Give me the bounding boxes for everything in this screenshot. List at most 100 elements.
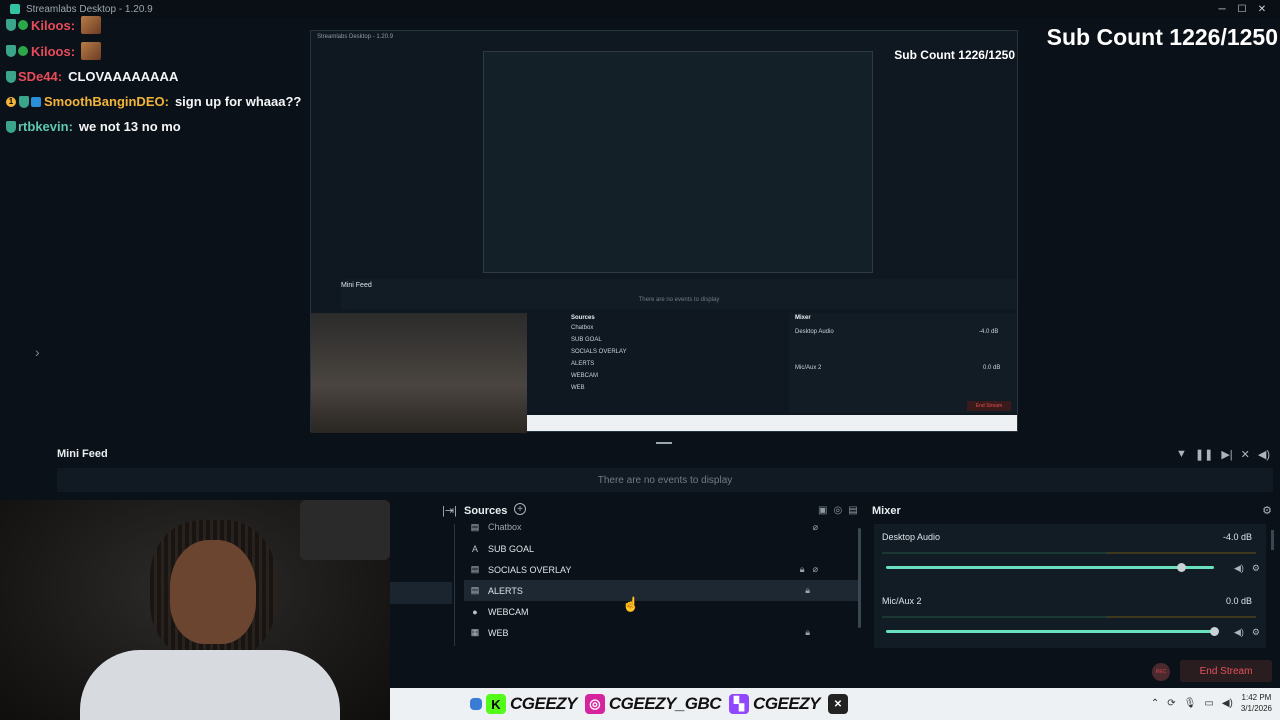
- mixer-title: Mixer: [872, 505, 901, 517]
- network-icon[interactable]: ▭: [1204, 698, 1213, 709]
- prime-badge-icon: [31, 96, 41, 107]
- preview-desktop-db: -4.0 dB: [979, 329, 999, 335]
- stream-preview[interactable]: Streamlabs Desktop - 1.20.9 Sub Count 12…: [310, 30, 1018, 433]
- maximize-button[interactable]: ☐: [1232, 0, 1252, 18]
- audio-channel-name: Mic/Aux 2: [882, 596, 922, 606]
- channel-controls: ◀) ⚙: [1234, 563, 1260, 574]
- visibility-icon[interactable]: ⌀: [813, 522, 818, 533]
- source-item[interactable]: ▦ WEB 🔒︎: [464, 622, 858, 643]
- chat-username: Kiloos:: [31, 17, 76, 33]
- audio-channel-db: 0.0 dB: [1225, 596, 1252, 606]
- source-item[interactable]: ▤ SOCIALS OVERLAY 🔒︎ ⌀: [464, 559, 858, 580]
- selected-scene[interactable]: [390, 582, 452, 604]
- chat-message: 1 SmoothBanginDEO: sign up for whaaa??: [6, 94, 301, 109]
- preview-sub-count: Sub Count 1226/1250: [894, 48, 1015, 62]
- tray-overflow-icon[interactable]: ⌃: [1151, 698, 1159, 709]
- channel-settings-icon[interactable]: ⚙: [1252, 563, 1260, 574]
- streamer-face: [170, 540, 256, 644]
- preview-desktop-audio: Desktop Audio: [795, 329, 834, 335]
- lock-icon[interactable]: 🔒︎: [805, 627, 810, 638]
- twitch-handle: CGEEZY: [753, 694, 820, 713]
- chat-message: Kiloos:: [6, 42, 102, 60]
- source-properties-icon[interactable]: ◎: [833, 505, 842, 516]
- skip-icon[interactable]: ▶|: [1221, 448, 1232, 461]
- sub-count-overlay: Sub Count 1226/1250: [1046, 24, 1278, 50]
- volume-tray-icon[interactable]: ◀): [1222, 698, 1233, 709]
- lock-icon[interactable]: 🔒︎: [800, 564, 805, 575]
- kick-icon: K: [486, 694, 506, 714]
- speaker-icon[interactable]: ◀): [1234, 563, 1244, 574]
- mini-feed-list: There are no events to display: [57, 468, 1273, 492]
- microphone-icon[interactable]: 🎙︎: [1184, 698, 1197, 709]
- source-item[interactable]: ● WEBCAM: [464, 601, 858, 622]
- channel-settings-icon[interactable]: ⚙: [1252, 627, 1260, 638]
- sources-panel: |⇥| Sources + ▣ ◎ ▤ ▤ Chatbox ⌀ A SUB GO…: [390, 500, 868, 650]
- browser-source-icon: ▤: [470, 564, 480, 574]
- volume-slider-track[interactable]: [886, 566, 1214, 569]
- mute-alerts-icon[interactable]: ✕: [1241, 448, 1250, 461]
- expand-chevron-icon[interactable]: ›: [35, 344, 40, 360]
- volume-slider-knob[interactable]: [1177, 563, 1186, 572]
- mixer-panel: Mixer ⚙ Desktop Audio -4.0 dB ◀) ⚙ Mic/A…: [872, 500, 1280, 650]
- resize-handle[interactable]: [656, 442, 672, 444]
- microphone-image: [300, 500, 390, 560]
- preview-sources: Sources Chatbox SUB GOAL SOCIALS OVERLAY…: [555, 313, 789, 413]
- chat-text: CLOVAAAAAAAA: [68, 69, 179, 84]
- preview-mini-feed: Mini Feed There are no events to display: [341, 279, 1017, 309]
- volume-slider-track[interactable]: [886, 630, 1214, 633]
- source-item[interactable]: A SUB GOAL: [464, 538, 858, 559]
- source-name: WEBCAM: [488, 606, 529, 617]
- preview-mixer: Mixer Desktop Audio -4.0 dB Mic/Aux 2 0.…: [789, 313, 1017, 413]
- collapse-scenes-icon[interactable]: |⇥|: [442, 504, 457, 517]
- filter-icon[interactable]: ▼: [1176, 448, 1187, 461]
- source-item[interactable]: ▤ ALERTS 🔒︎: [464, 580, 858, 601]
- mini-feed-panel: Mini Feed ▼ ❚❚ ▶| ✕ ◀) There are no even…: [0, 442, 1280, 502]
- add-folder-icon[interactable]: ▤: [848, 505, 857, 516]
- mixer-settings-icon[interactable]: ⚙: [1262, 504, 1272, 517]
- preview-sources-title: Sources: [571, 315, 595, 321]
- record-button[interactable]: REC: [1152, 663, 1170, 681]
- minimize-button[interactable]: ─: [1212, 0, 1232, 18]
- preview-source-item: SOCIALS OVERLAY: [571, 349, 627, 355]
- source-name: Chatbox: [488, 522, 522, 532]
- preview-source-item: WEB: [571, 385, 585, 391]
- add-source-icon[interactable]: +: [514, 503, 526, 515]
- chat-username: rtbkevin:: [18, 119, 73, 134]
- verified-badge-icon: [18, 20, 28, 30]
- shield-badge-icon: [6, 45, 16, 57]
- chat-overlay: Kiloos: Kiloos: SDe44: CLOVAAAAAAAA 1 Sm…: [2, 0, 312, 140]
- volume-slider-knob[interactable]: [1210, 627, 1219, 636]
- add-group-icon[interactable]: ▣: [818, 505, 827, 516]
- volume-icon[interactable]: ◀): [1258, 448, 1270, 461]
- mixer-scrollbar[interactable]: [1271, 530, 1274, 550]
- source-item[interactable]: ▤ Chatbox ⌀: [464, 520, 858, 534]
- preview-source-item: WEBCAM: [571, 373, 598, 379]
- preview-source-item: SUB GOAL: [571, 337, 602, 343]
- taskbar-clock[interactable]: 1:42 PM 3/1/2026: [1241, 692, 1272, 714]
- shield-badge-icon: [6, 19, 16, 31]
- system-tray: ⌃ ⟳ 🎙︎ ▭ ◀) 1:42 PM 3/1/2026: [1151, 692, 1272, 714]
- mini-feed-title: Mini Feed: [57, 448, 108, 460]
- web-source-icon: ▦: [470, 627, 480, 637]
- preview-mic-db: 0.0 dB: [983, 365, 1001, 371]
- hidden-icon[interactable]: ⌀: [813, 564, 818, 575]
- preview-mixer-title: Mixer: [795, 315, 811, 321]
- preview-window-title: Streamlabs Desktop - 1.20.9: [317, 34, 394, 40]
- sources-scrollbar[interactable]: [858, 528, 861, 628]
- panel-divider: [454, 524, 455, 646]
- chat-text: sign up for whaaa??: [174, 94, 302, 109]
- studio-footer: REC End Stream: [390, 656, 1280, 686]
- alerts-source-icon: ▤: [470, 585, 480, 595]
- windows-start-icon[interactable]: [470, 698, 482, 710]
- end-stream-button[interactable]: End Stream: [1180, 660, 1272, 682]
- audio-channel-db: -4.0 dB: [1222, 532, 1252, 542]
- lock-icon[interactable]: 🔒︎: [805, 585, 810, 596]
- close-button[interactable]: ✕: [1252, 0, 1272, 18]
- shield-badge-icon: [19, 95, 29, 108]
- speaker-icon[interactable]: ◀): [1234, 627, 1244, 638]
- source-name: WEB: [488, 627, 509, 638]
- sources-toolbar: ▣ ◎ ▤: [818, 505, 858, 516]
- pause-icon[interactable]: ❚❚: [1195, 448, 1213, 461]
- twitch-icon: ▚: [729, 694, 750, 714]
- sync-icon[interactable]: ⟳: [1167, 698, 1175, 709]
